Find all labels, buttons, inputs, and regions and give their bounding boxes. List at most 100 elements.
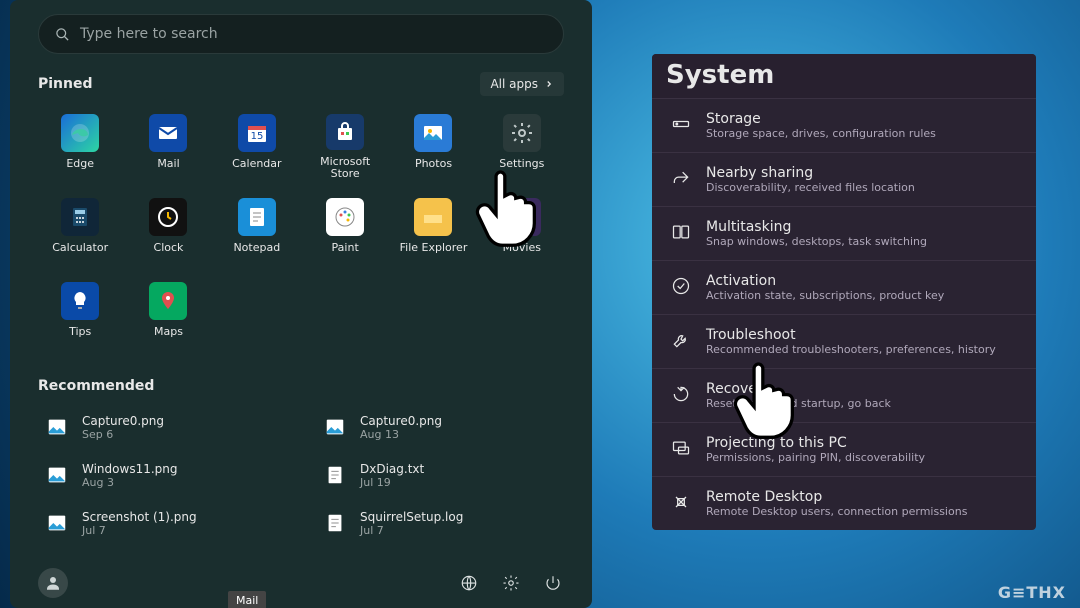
- file-name: Screenshot (1).png: [82, 510, 197, 524]
- search-box[interactable]: Type here to search: [38, 14, 564, 54]
- multitask-icon: [670, 221, 692, 243]
- system-title: System: [652, 54, 1036, 98]
- file-icon: [42, 412, 72, 442]
- file-icon: [320, 412, 350, 442]
- system-item-multitask[interactable]: Multitasking Snap windows, desktops, tas…: [652, 206, 1036, 260]
- file-name: Capture0.png: [82, 414, 164, 428]
- pinned-tile-notepad[interactable]: Notepad: [215, 192, 299, 270]
- system-item-desc: Remote Desktop users, connection permiss…: [706, 505, 967, 518]
- power-button[interactable]: [542, 572, 564, 594]
- recommended-list: Capture0.png Sep 6 Capture0.png Aug 13 W…: [38, 406, 564, 544]
- system-item-desc: Activation state, subscriptions, product…: [706, 289, 944, 302]
- chevron-right-icon: [544, 79, 554, 89]
- system-item-desc: Discoverability, received files location: [706, 181, 915, 194]
- tile-label: Paint: [332, 242, 359, 254]
- recommended-item[interactable]: DxDiag.txt Jul 19: [316, 454, 564, 496]
- notepad-icon: [238, 198, 276, 236]
- pinned-tile-tips[interactable]: Tips: [38, 276, 122, 354]
- wrench-icon: [670, 329, 692, 351]
- recommended-item[interactable]: Screenshot (1).png Jul 7: [38, 502, 286, 544]
- file-icon: [42, 460, 72, 490]
- tile-label: Microsoft Store: [305, 156, 385, 180]
- file-date: Aug 13: [360, 428, 442, 441]
- file-date: Jul 7: [82, 524, 197, 537]
- pinned-title: Pinned: [38, 76, 93, 92]
- start-menu: Type here to search Pinned All apps Edge…: [10, 0, 592, 608]
- pinned-tile-maps[interactable]: Maps: [126, 276, 210, 354]
- system-item-wrench[interactable]: Troubleshoot Recommended troubleshooters…: [652, 314, 1036, 368]
- pinned-tile-edge[interactable]: Edge: [38, 108, 122, 186]
- recommended-item[interactable]: Capture0.png Sep 6: [38, 406, 286, 448]
- edge-icon: [61, 114, 99, 152]
- file-date: Sep 6: [82, 428, 164, 441]
- pinned-tile-photos[interactable]: Photos: [391, 108, 475, 186]
- pinned-tile-mail[interactable]: Mail: [126, 108, 210, 186]
- pinned-tile-paint[interactable]: Paint: [303, 192, 387, 270]
- pinned-tile-fileexplorer[interactable]: File Explorer: [391, 192, 475, 270]
- system-item-title: Troubleshoot: [706, 327, 996, 343]
- file-name: DxDiag.txt: [360, 462, 424, 476]
- recommended-header: Recommended: [38, 378, 564, 394]
- file-date: Jul 7: [360, 524, 463, 537]
- pinned-tile-store[interactable]: Microsoft Store: [303, 108, 387, 186]
- pinned-tile-settings[interactable]: Settings: [480, 108, 564, 186]
- tile-label: Clock: [154, 242, 184, 254]
- system-item-storage[interactable]: Storage Storage space, drives, configura…: [652, 98, 1036, 152]
- pinned-tile-clock[interactable]: Clock: [126, 192, 210, 270]
- mail-icon: [149, 114, 187, 152]
- system-item-project[interactable]: Projecting to this PC Permissions, pairi…: [652, 422, 1036, 476]
- project-icon: [670, 437, 692, 459]
- tooltip-mail: Mail: [228, 591, 266, 608]
- system-item-check[interactable]: Activation Activation state, subscriptio…: [652, 260, 1036, 314]
- recommended-item[interactable]: SquirrelSetup.log Jul 7: [316, 502, 564, 544]
- system-settings-panel: System Storage Storage space, drives, co…: [652, 54, 1036, 530]
- pinned-header: Pinned All apps: [38, 72, 564, 96]
- photos-icon: [414, 114, 452, 152]
- settings-shortcut-icon[interactable]: [500, 572, 522, 594]
- tile-label: Photos: [415, 158, 452, 170]
- system-item-title: Projecting to this PC: [706, 435, 925, 451]
- recommended-item[interactable]: Capture0.png Aug 13: [316, 406, 564, 448]
- system-item-recovery[interactable]: Recovery Reset, advanced startup, go bac…: [652, 368, 1036, 422]
- tile-label: Tips: [69, 326, 91, 338]
- storage-icon: [670, 113, 692, 135]
- file-name: Windows11.png: [82, 462, 178, 476]
- recommended-item[interactable]: Windows11.png Aug 3: [38, 454, 286, 496]
- file-name: SquirrelSetup.log: [360, 510, 463, 524]
- calculator-icon: [61, 198, 99, 236]
- system-item-title: Remote Desktop: [706, 489, 967, 505]
- tile-label: File Explorer: [400, 242, 468, 254]
- system-item-title: Storage: [706, 111, 936, 127]
- network-icon[interactable]: [458, 572, 480, 594]
- search-placeholder: Type here to search: [80, 26, 218, 42]
- share-icon: [670, 167, 692, 189]
- maps-icon: [149, 282, 187, 320]
- start-bottom-bar: [38, 568, 564, 598]
- file-icon: [42, 508, 72, 538]
- file-date: Aug 3: [82, 476, 178, 489]
- calendar-icon: 15: [238, 114, 276, 152]
- pinned-tile-calculator[interactable]: Calculator: [38, 192, 122, 270]
- system-item-desc: Storage space, drives, configuration rul…: [706, 127, 936, 140]
- system-item-remote[interactable]: Remote Desktop Remote Desktop users, con…: [652, 476, 1036, 530]
- pinned-tile-calendar[interactable]: 15 Calendar: [215, 108, 299, 186]
- file-icon: [320, 508, 350, 538]
- system-item-title: Nearby sharing: [706, 165, 915, 181]
- system-item-share[interactable]: Nearby sharing Discoverability, received…: [652, 152, 1036, 206]
- tips-icon: [61, 282, 99, 320]
- clock-icon: [149, 198, 187, 236]
- system-item-title: Multitasking: [706, 219, 927, 235]
- watermark: G≡THX: [998, 583, 1066, 602]
- recommended-title: Recommended: [38, 378, 154, 394]
- check-icon: [670, 275, 692, 297]
- file-date: Jul 19: [360, 476, 424, 489]
- all-apps-button[interactable]: All apps: [480, 72, 564, 96]
- pinned-tile-movies[interactable]: Movies: [480, 192, 564, 270]
- paint-icon: [326, 198, 364, 236]
- tile-label: Movies: [503, 242, 541, 254]
- system-item-desc: Reset, advanced startup, go back: [706, 397, 891, 410]
- user-account-button[interactable]: [38, 568, 68, 598]
- pinned-grid: Edge Mail15 Calendar Microsoft Store Pho…: [38, 108, 564, 354]
- recovery-icon: [670, 383, 692, 405]
- tile-label: Settings: [499, 158, 544, 170]
